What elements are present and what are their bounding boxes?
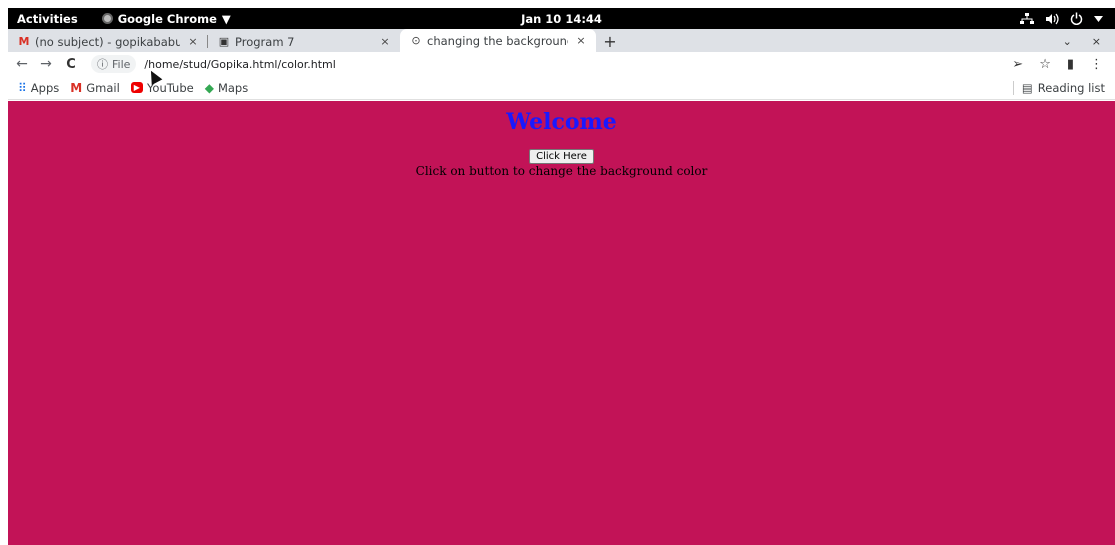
back-icon[interactable]: ← xyxy=(12,56,32,72)
bookmark-apps[interactable]: ⠿ Apps xyxy=(18,81,59,95)
tab-program-7[interactable]: ▣ Program 7 × xyxy=(208,31,400,52)
power-icon xyxy=(1070,12,1083,25)
network-icon xyxy=(1020,12,1034,24)
bookmark-youtube[interactable]: ▶ YouTube xyxy=(130,81,194,95)
page-content: Welcome Click Here Click on button to ch… xyxy=(8,101,1115,545)
info-icon: ⓘ xyxy=(97,58,108,71)
reading-list-button[interactable]: ▤ Reading list xyxy=(1012,80,1115,95)
globe-icon: ⊙ xyxy=(411,34,421,47)
maps-icon: ◆ xyxy=(204,80,214,95)
tab-gmail[interactable]: M (no subject) - gopikababu × xyxy=(8,31,208,52)
new-tab-button[interactable]: + xyxy=(598,31,622,52)
activities-button[interactable]: Activities xyxy=(8,12,88,26)
page-icon: ▣ xyxy=(218,35,230,48)
bookmark-maps[interactable]: ◆ Maps xyxy=(205,81,249,95)
page-heading: Welcome xyxy=(506,109,617,135)
bookmark-label: Apps xyxy=(30,80,60,95)
chevron-down-icon: ▼ xyxy=(221,11,231,26)
bookmark-star-icon[interactable]: ☆ xyxy=(1039,57,1051,72)
site-info-label: File xyxy=(112,57,131,71)
reading-list-icon: ▤ xyxy=(1021,80,1033,95)
gmail-icon: M xyxy=(18,35,30,48)
tab-changing-background[interactable]: ⊙ changing the background × xyxy=(400,29,596,52)
click-here-button[interactable]: Click Here xyxy=(529,149,594,164)
tab-title: changing the background xyxy=(427,33,568,48)
tab-title: (no subject) - gopikababu xyxy=(35,34,180,49)
bookmark-gmail[interactable]: M Gmail xyxy=(70,81,120,95)
tab-strip: M (no subject) - gopikababu × ▣ Program … xyxy=(8,29,1115,52)
url-text[interactable]: /home/stud/Gopika.html/color.html xyxy=(144,58,335,71)
bookmark-label: Gmail xyxy=(86,80,120,95)
reload-icon[interactable]: C xyxy=(61,57,81,72)
close-icon[interactable]: × xyxy=(574,34,588,47)
youtube-icon: ▶ xyxy=(130,82,143,93)
toolbar-actions: ➢ ☆ ▮ ⋮ xyxy=(1012,57,1115,72)
page-description: Click on button to change the background… xyxy=(415,164,708,178)
chrome-icon xyxy=(101,13,113,24)
window-close-icon[interactable]: × xyxy=(1092,35,1101,48)
tab-search-icon[interactable]: ⌄ xyxy=(1063,35,1072,48)
system-top-bar: Activities Google Chrome ▼ Jan 10 14:44 xyxy=(8,8,1115,29)
gmail-icon: M xyxy=(70,80,83,95)
browser-toolbar: ← → C ⓘ File /home/stud/Gopika.html/colo… xyxy=(8,52,1115,76)
address-bar[interactable]: ⓘ File /home/stud/Gopika.html/color.html xyxy=(91,55,336,73)
bookmark-label: Maps xyxy=(217,80,249,95)
chevron-down-icon xyxy=(1094,15,1103,22)
site-info-chip[interactable]: ⓘ File xyxy=(91,55,137,73)
forward-icon[interactable]: → xyxy=(36,56,56,72)
app-menu[interactable]: Google Chrome ▼ xyxy=(101,11,231,26)
volume-icon xyxy=(1046,13,1059,24)
bookmarks-bar: ⠿ Apps M Gmail ▶ YouTube ◆ Maps ▤ Readin… xyxy=(8,76,1115,100)
send-icon[interactable]: ➢ xyxy=(1012,57,1023,72)
close-icon[interactable]: × xyxy=(378,35,392,48)
tab-strip-controls: ⌄ × xyxy=(1063,31,1115,52)
reading-list-label: Reading list xyxy=(1037,80,1105,95)
status-menu[interactable] xyxy=(1020,12,1115,25)
tab-title: Program 7 xyxy=(235,34,295,49)
apps-icon: ⠿ xyxy=(18,80,27,95)
extension-icon[interactable]: ▮ xyxy=(1067,57,1074,72)
app-menu-label: Google Chrome xyxy=(117,11,217,26)
menu-icon[interactable]: ⋮ xyxy=(1090,57,1103,72)
close-icon[interactable]: × xyxy=(186,35,200,48)
